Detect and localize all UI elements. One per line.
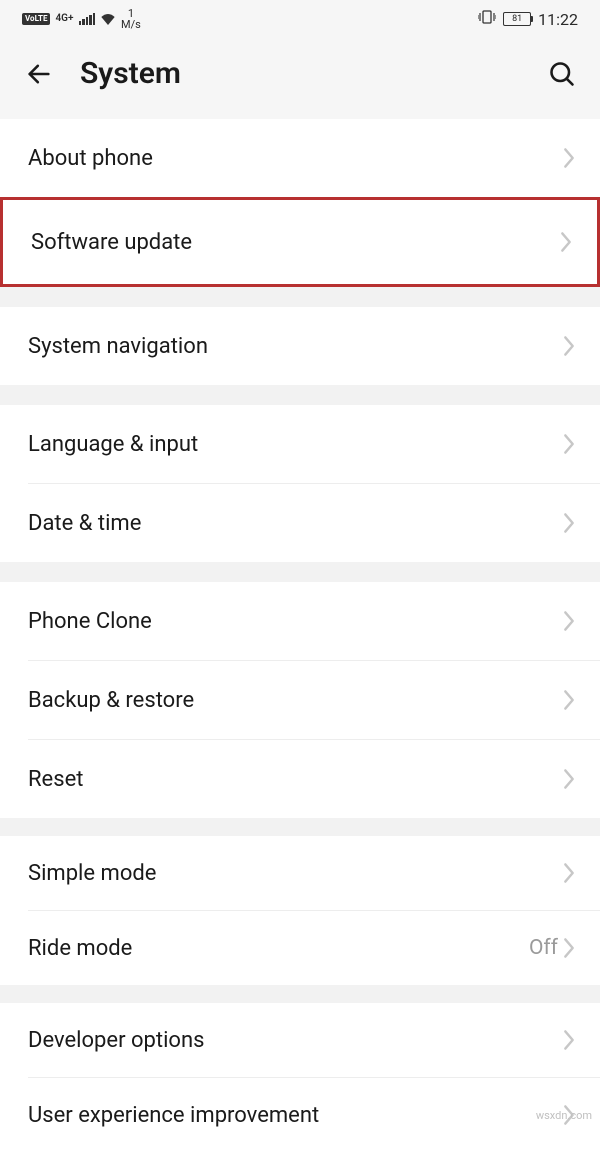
list-group: About phone <box>0 119 600 197</box>
section-divider <box>0 562 600 582</box>
wifi-icon <box>100 13 116 25</box>
list-group: Phone Clone Backup & restore Reset <box>0 582 600 818</box>
chevron-right-icon <box>562 512 576 534</box>
list-item-about-phone[interactable]: About phone <box>0 119 600 197</box>
list-item-backup-restore[interactable]: Backup & restore <box>0 661 600 739</box>
list-item-label: Software update <box>31 230 559 255</box>
clock: 11:22 <box>538 10 578 29</box>
list-item-label: Phone Clone <box>28 609 562 634</box>
status-bar: VoLTE 4G+ 1 M/s 81 11:22 <box>0 0 600 38</box>
chevron-right-icon <box>562 768 576 790</box>
list-item-label: Developer options <box>28 1028 562 1053</box>
list-group: System navigation <box>0 307 600 385</box>
list-item-label: Date & time <box>28 511 562 536</box>
header: System <box>0 38 600 119</box>
chevron-right-icon <box>562 147 576 169</box>
list-item-label: Backup & restore <box>28 688 562 713</box>
list-group: Language & input Date & time <box>0 405 600 562</box>
battery-icon: 81 <box>503 12 531 26</box>
network-indicator: 4G+ <box>55 14 73 24</box>
chevron-right-icon <box>562 610 576 632</box>
back-button[interactable] <box>24 59 54 89</box>
list-item-label: About phone <box>28 146 562 171</box>
highlight-box: Software update <box>0 197 600 287</box>
section-divider <box>0 287 600 307</box>
chevron-right-icon <box>562 862 576 884</box>
list-item-software-update[interactable]: Software update <box>3 200 597 284</box>
chevron-right-icon <box>559 231 573 253</box>
list-item-label: Ride mode <box>28 936 529 961</box>
list-item-value: Off <box>529 936 558 960</box>
list-item-label: Language & input <box>28 432 562 457</box>
list-item-developer-options[interactable]: Developer options <box>0 1003 600 1077</box>
list-group: Simple mode Ride mode Off <box>0 836 600 985</box>
battery-level: 81 <box>503 12 531 26</box>
volte-badge: VoLTE <box>22 13 50 25</box>
list-item-label: Reset <box>28 767 562 792</box>
chevron-right-icon <box>562 335 576 357</box>
list-item-label: User experience improvement <box>28 1103 562 1128</box>
list-item-phone-clone[interactable]: Phone Clone <box>0 582 600 660</box>
chevron-right-icon <box>562 1029 576 1051</box>
list-item-label: System navigation <box>28 334 562 359</box>
section-divider <box>0 818 600 836</box>
section-divider <box>0 385 600 405</box>
chevron-right-icon <box>562 433 576 455</box>
list-item-date-time[interactable]: Date & time <box>0 484 600 562</box>
section-divider <box>0 985 600 1003</box>
list-item-label: Simple mode <box>28 861 562 886</box>
status-left: VoLTE 4G+ 1 M/s <box>22 8 141 30</box>
watermark: wsxdn.com <box>536 1109 592 1122</box>
vibrate-icon <box>478 10 496 28</box>
list-group: Developer options User experience improv… <box>0 1003 600 1152</box>
chevron-right-icon <box>562 937 576 959</box>
list-item-simple-mode[interactable]: Simple mode <box>0 836 600 910</box>
page-title: System <box>80 56 181 91</box>
list-item-system-navigation[interactable]: System navigation <box>0 307 600 385</box>
search-button[interactable] <box>546 58 578 90</box>
signal-icon <box>79 13 96 25</box>
list-item-ride-mode[interactable]: Ride mode Off <box>0 911 600 985</box>
list-item-language-input[interactable]: Language & input <box>0 405 600 483</box>
chevron-right-icon <box>562 689 576 711</box>
list-item-user-experience[interactable]: User experience improvement <box>0 1078 600 1152</box>
status-right: 81 11:22 <box>478 10 578 29</box>
list-item-reset[interactable]: Reset <box>0 740 600 818</box>
speed-indicator: 1 M/s <box>121 8 141 30</box>
